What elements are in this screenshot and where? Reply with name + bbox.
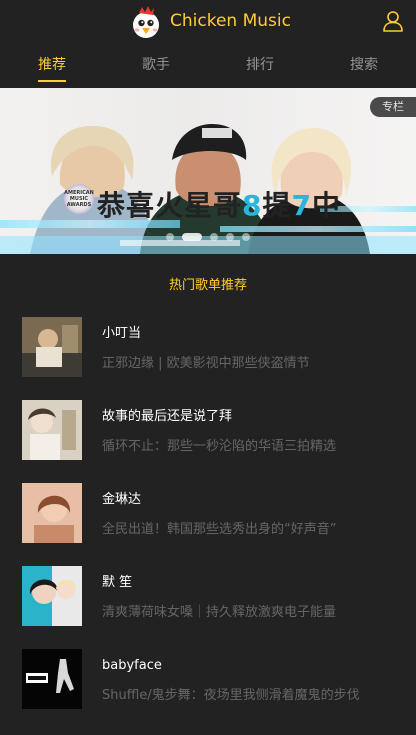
slider-dot[interactable] bbox=[242, 233, 250, 241]
tab-singer[interactable]: 歌手 bbox=[104, 44, 208, 88]
playlist-title: 金琳达 bbox=[102, 492, 142, 507]
playlist-title: 小叮当 bbox=[102, 326, 142, 341]
section-title: 热门歌单推荐 bbox=[168, 278, 247, 293]
playlist-title: babyface bbox=[102, 658, 162, 673]
headline-text: 提 bbox=[262, 189, 292, 222]
list-item[interactable]: 金琳达 全民出道！韩国那些选秀出身的“好声音” bbox=[0, 483, 416, 566]
headline-text: 中 bbox=[312, 189, 342, 222]
slider-dot-active[interactable] bbox=[182, 233, 202, 241]
list-item[interactable]: babyface Shuffle/鬼步舞：夜场里我侧滑着魔鬼的步伐 bbox=[0, 649, 416, 732]
playlist-cover bbox=[22, 483, 82, 543]
app-title: Chicken Music bbox=[170, 11, 291, 31]
tab-search[interactable]: 搜索 bbox=[312, 44, 416, 88]
playlist-cover bbox=[22, 400, 82, 460]
user-icon[interactable] bbox=[382, 10, 404, 32]
tab-recommend[interactable]: 推荐 bbox=[0, 44, 104, 88]
tab-bar: 推荐 歌手 排行 搜索 bbox=[0, 44, 416, 88]
headline-text: 恭喜火星哥 bbox=[97, 189, 243, 222]
slider-dot[interactable] bbox=[210, 233, 218, 241]
playlist-title: 故事的最后还是说了拜 bbox=[102, 409, 233, 424]
slider-dot[interactable] bbox=[166, 233, 174, 241]
slider-dots bbox=[0, 233, 416, 243]
banner-headline: 恭喜火星哥8提7中 bbox=[97, 184, 341, 224]
playlist-list: 小叮当 正邪边缘 | 欧美影视中那些侠盗情节 故事的最后还是说了拜 循环不止：那… bbox=[0, 317, 416, 732]
award-badge: AMERICAN MUSIC AWARDS bbox=[64, 184, 94, 214]
headline-number: 7 bbox=[291, 189, 312, 222]
badge-line: AWARDS bbox=[66, 202, 92, 208]
column-tag[interactable]: 专栏 bbox=[370, 97, 416, 117]
playlist-desc: 清爽薄荷味女嗓｜持久释放激爽电子能量 bbox=[102, 605, 337, 620]
playlist-desc: Shuffle/鬼步舞：夜场里我侧滑着魔鬼的步伐 bbox=[102, 688, 360, 703]
chicken-logo-icon bbox=[133, 6, 159, 38]
list-item[interactable]: 默 笙 清爽薄荷味女嗓｜持久释放激爽电子能量 bbox=[0, 566, 416, 649]
playlist-cover bbox=[22, 649, 82, 709]
playlist-desc: 正邪边缘 | 欧美影视中那些侠盗情节 bbox=[102, 356, 310, 371]
playlist-cover bbox=[22, 317, 82, 377]
list-item[interactable]: 故事的最后还是说了拜 循环不止：那些一秒沦陷的华语三拍精选 bbox=[0, 400, 416, 483]
list-item[interactable]: 小叮当 正邪边缘 | 欧美影视中那些侠盗情节 bbox=[0, 317, 416, 400]
playlist-title: 默 笙 bbox=[102, 575, 133, 590]
app-header: Chicken Music bbox=[0, 0, 416, 44]
slider-dot[interactable] bbox=[226, 233, 234, 241]
tab-rank[interactable]: 排行 bbox=[208, 44, 312, 88]
playlist-desc: 全民出道！韩国那些选秀出身的“好声音” bbox=[102, 522, 337, 537]
banner-artwork bbox=[0, 124, 416, 254]
headline-number: 8 bbox=[242, 189, 263, 222]
banner-slider[interactable]: AMERICAN MUSIC AWARDS 恭喜火星哥8提7中 专栏 bbox=[0, 88, 416, 254]
playlist-desc: 循环不止：那些一秒沦陷的华语三拍精选 bbox=[102, 439, 337, 454]
playlist-cover bbox=[22, 566, 82, 626]
